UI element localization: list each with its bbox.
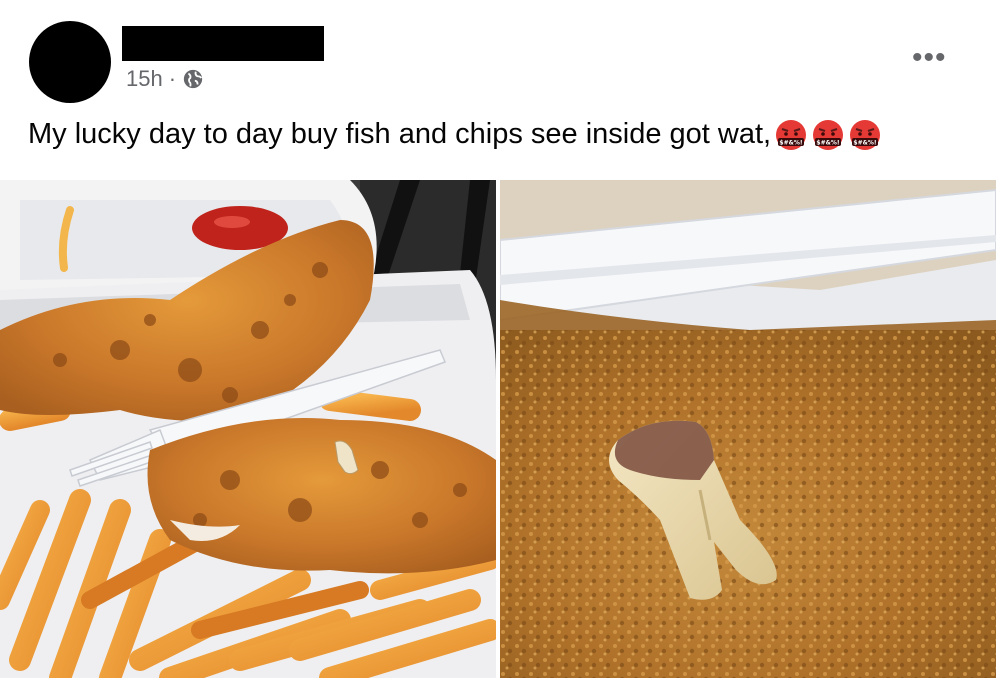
meta-separator: · [168, 66, 177, 91]
post-caption: My lucky day to day buy fish and chips s… [28, 118, 772, 150]
svg-text:$#&%!: $#&%! [817, 139, 840, 146]
post-timestamp[interactable]: 15h [126, 66, 163, 92]
avatar-redacted[interactable] [29, 21, 111, 103]
more-options-icon[interactable]: ••• [912, 43, 947, 73]
svg-text:$#&%!: $#&%! [780, 139, 803, 146]
post-meta: 15h · [126, 66, 204, 92]
face-with-symbols-on-mouth-icon: $#&%! [776, 119, 807, 150]
post-caption-row: My lucky day to day buy fish and chips s… [28, 118, 881, 151]
author-name-redacted[interactable] [122, 26, 324, 61]
face-with-symbols-on-mouth-icon: $#&%! [813, 119, 844, 150]
post-photo-fish-and-chips[interactable] [0, 180, 496, 678]
svg-text:$#&%!: $#&%! [854, 139, 877, 146]
globe-icon[interactable] [182, 68, 204, 90]
post-photo-closeup-tooth[interactable] [500, 180, 996, 678]
face-with-symbols-on-mouth-icon: $#&%! [850, 119, 881, 150]
